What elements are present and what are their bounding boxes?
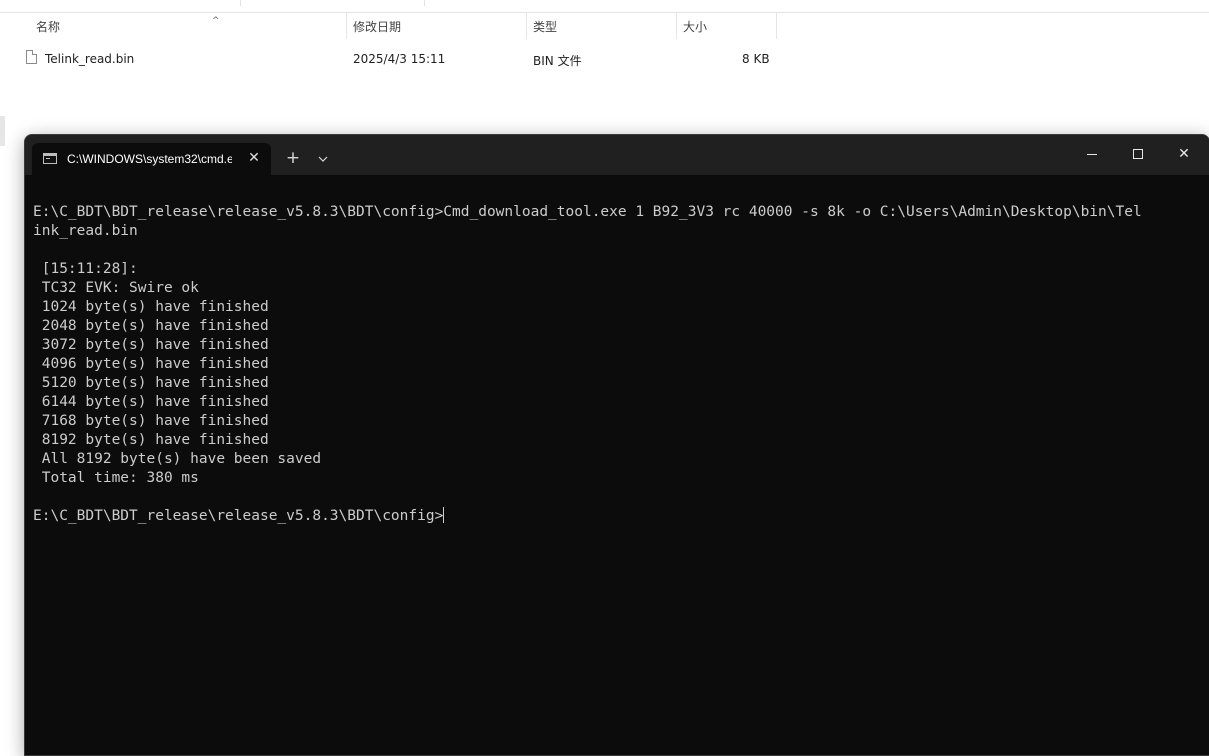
tab-title: C:\WINDOWS\system32\cmd.exe (67, 152, 232, 166)
text-cursor (443, 507, 445, 523)
console-line: 3072 byte(s) have finished (33, 337, 269, 353)
divider (424, 0, 425, 6)
file-date-modified: 2025/4/3 15:11 (353, 52, 446, 66)
close-icon: ✕ (1178, 146, 1190, 162)
column-header-type-label: 类型 (533, 20, 558, 34)
console-line: 1024 byte(s) have finished (33, 299, 269, 315)
console-line: All 8192 byte(s) have been saved (33, 451, 322, 467)
column-header-date-modified[interactable]: 修改日期 (347, 12, 527, 39)
sort-ascending-icon: ^ (212, 16, 220, 26)
minimize-button[interactable] (1069, 135, 1115, 173)
console-line: 4096 byte(s) have finished (33, 356, 269, 372)
terminal-tab[interactable]: C:\WINDOWS\system32\cmd.exe ✕ (32, 143, 271, 175)
terminal-window[interactable]: C:\WINDOWS\system32\cmd.exe ✕ + ✕ E:\C_B… (24, 134, 1209, 756)
console-line: 7168 byte(s) have finished (33, 413, 269, 429)
console-line: Total time: 380 ms (33, 470, 199, 486)
console-line: 6144 byte(s) have finished (33, 394, 269, 410)
chevron-down-icon (318, 156, 328, 162)
maximize-button[interactable] (1115, 135, 1161, 173)
column-header-size[interactable]: 大小 (677, 12, 777, 39)
console-output[interactable]: E:\C_BDT\BDT_release\release_v5.8.3\BDT\… (33, 203, 1205, 526)
close-tab-button[interactable]: ✕ (244, 148, 264, 168)
column-header-name-label: 名称 (36, 20, 61, 34)
minimize-icon (1087, 154, 1097, 155)
file-icon (26, 50, 37, 64)
column-header-size-label: 大小 (683, 20, 708, 34)
divider (240, 0, 241, 6)
console-line: TC32 EVK: Swire ok (33, 280, 199, 296)
console-line: 8192 byte(s) have finished (33, 432, 269, 448)
console-line: ink_read.bin (33, 223, 138, 239)
console-line: 5120 byte(s) have finished (33, 375, 269, 391)
cmd-icon (43, 153, 57, 164)
file-name: Telink_read.bin (45, 52, 135, 66)
new-tab-button[interactable]: + (282, 147, 304, 169)
maximize-icon (1133, 149, 1143, 159)
file-type: BIN 文件 (533, 54, 582, 68)
console-line: 2048 byte(s) have finished (33, 318, 269, 334)
console-line: E:\C_BDT\BDT_release\release_v5.8.3\BDT\… (33, 204, 1142, 220)
file-row[interactable]: Telink_read.bin 2025/4/3 15:11 BIN 文件 8 … (22, 46, 782, 72)
file-size: 8 KB (742, 52, 770, 66)
console-line: [15:11:28]: (33, 261, 138, 277)
navigation-pane-edge (0, 116, 5, 146)
terminal-titlebar[interactable]: C:\WINDOWS\system32\cmd.exe ✕ + ✕ (25, 135, 1209, 175)
column-header-date-label: 修改日期 (353, 20, 402, 34)
column-header-type[interactable]: 类型 (527, 12, 677, 39)
console-prompt-line[interactable]: E:\C_BDT\BDT_release\release_v5.8.3\BDT\… (33, 507, 1205, 526)
column-header-name[interactable]: 名称 ^ (30, 12, 347, 39)
tab-dropdown-button[interactable] (312, 147, 334, 169)
console-prompt: E:\C_BDT\BDT_release\release_v5.8.3\BDT\… (33, 508, 444, 524)
close-window-button[interactable]: ✕ (1161, 135, 1207, 173)
